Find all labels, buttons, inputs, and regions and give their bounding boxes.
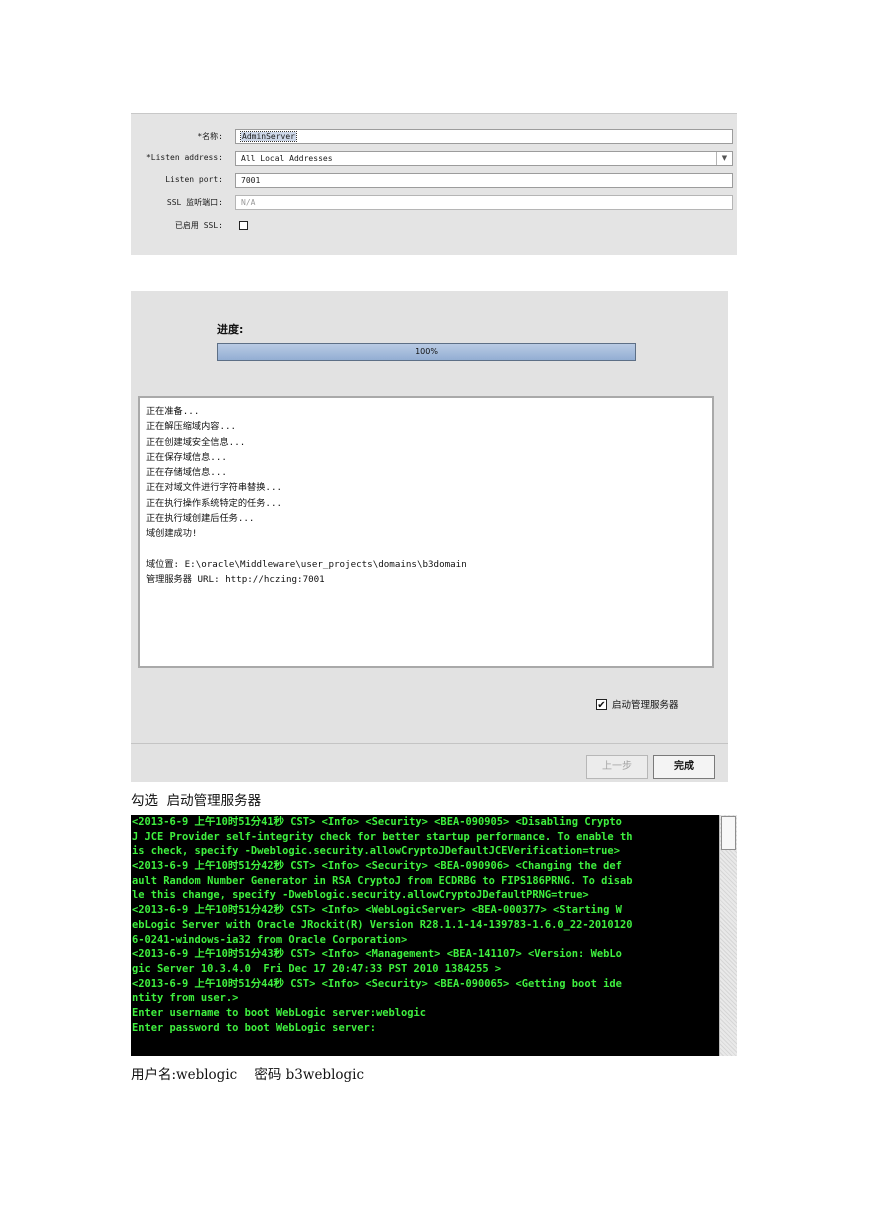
log-line: 管理服务器 URL: http://hczing:7001 [146,574,325,586]
name-input[interactable]: AdminServer [235,129,733,144]
console-line: J JCE Provider self-integrity check for … [132,830,633,843]
console-line: is check, specify -Dweblogic.security.al… [132,845,620,858]
chevron-down-icon[interactable]: ▼ [716,152,732,165]
console-line: <2013-6-9 上午10时51分42秒 CST> <Info> <Secur… [132,860,622,873]
listen-address-row: *Listen address: All Local Addresses ▼ [131,151,737,169]
console-line: 6-0241-windows-ia32 from Oracle Corporat… [132,933,408,946]
listen-address-value: All Local Addresses [241,154,333,163]
finish-button[interactable]: 完成 [653,755,715,779]
ssl-enabled-label: 已启用 SSL: [174,221,223,230]
console-scrollbar[interactable] [719,815,737,1056]
ssl-enabled-checkbox[interactable] [239,221,248,230]
start-admin-server-checkbox[interactable]: ✔ 启动管理服务器 [596,697,679,711]
divider [131,743,728,744]
console-line: ault Random Number Generator in RSA Cryp… [132,874,633,887]
name-value: AdminServer [240,131,297,142]
start-admin-server-label: 启动管理服务器 [612,700,679,711]
console-line: ntity from user.> [132,992,239,1005]
log-line: 正在解压缩域内容... [146,421,237,433]
log-line: 正在对域文件进行字符串替换... [146,482,283,494]
weblogic-console[interactable]: <2013-6-9 上午10时51分41秒 CST> <Info> <Secur… [131,815,737,1056]
console-line: <2013-6-9 上午10时51分41秒 CST> <Info> <Secur… [132,816,622,828]
listen-port-row: Listen port: 7001 [131,173,737,191]
listen-port-input[interactable]: 7001 [235,173,733,188]
log-line: 域位置: E:\oracle\Middleware\user_projects\… [146,558,467,570]
progress-bar: 100% [217,343,636,361]
caption-credentials: 用户名:weblogic 密码 b3weblogic [131,1067,365,1083]
console-line: <2013-6-9 上午10时51分44秒 CST> <Info> <Secur… [132,977,622,990]
scrollbar-thumb[interactable] [721,816,736,850]
console-line: <2013-6-9 上午10时51分42秒 CST> <Info> <WebLo… [132,904,622,917]
name-label: *名称: [197,132,223,141]
previous-button[interactable]: 上一步 [586,755,648,779]
console-line: Enter password to boot WebLogic server: [132,1021,376,1034]
log-line: 正在保存域信息... [146,451,227,463]
name-row: *名称: AdminServer [131,129,737,147]
ssl-port-input: N/A [235,195,733,210]
listen-port-label: Listen port: [165,175,223,184]
progress-label: 进度: [217,323,244,336]
caption-check-start-admin: 勾选 启动管理服务器 [131,793,262,809]
listen-address-select[interactable]: All Local Addresses ▼ [235,151,733,166]
console-line: le this change, specify -Dweblogic.secur… [132,889,589,902]
console-line: Enter username to boot WebLogic server:w… [132,1006,427,1019]
server-config-form: *名称: AdminServer *Listen address: All Lo… [131,113,737,255]
console-output: <2013-6-9 上午10时51分41秒 CST> <Info> <Secur… [132,815,718,1035]
ssl-port-row: SSL 监听端口: N/A [131,195,737,213]
log-line: 正在执行域创建后任务... [146,513,255,525]
log-line: 正在执行操作系统特定的任务... [146,497,283,509]
ssl-port-label: SSL 监听端口: [166,198,223,207]
log-line: 正在存储域信息... [146,467,227,479]
ssl-enabled-row: 已启用 SSL: [131,218,737,236]
console-line: ebLogic Server with Oracle JRockit(R) Ve… [132,918,633,931]
listen-address-label: *Listen address: [145,153,223,162]
log-line: 正在创建域安全信息... [146,436,246,448]
creation-log-textarea[interactable]: 正在准备... 正在解压缩域内容... 正在创建域安全信息... 正在保存域信息...… [138,396,714,668]
console-line: gic Server 10.3.4.0 Fri Dec 17 20:47:33 … [132,962,502,975]
log-line: 域创建成功! [146,528,198,540]
console-line: <2013-6-9 上午10时51分43秒 CST> <Info> <Manag… [132,948,622,961]
domain-creation-progress-dialog: 进度: 100% 正在准备... 正在解压缩域内容... 正在创建域安全信息... 正… [131,291,728,782]
log-line: 正在准备... [146,406,200,417]
checkbox-icon[interactable]: ✔ [596,699,607,711]
progress-percent-text: 100% [415,347,438,356]
